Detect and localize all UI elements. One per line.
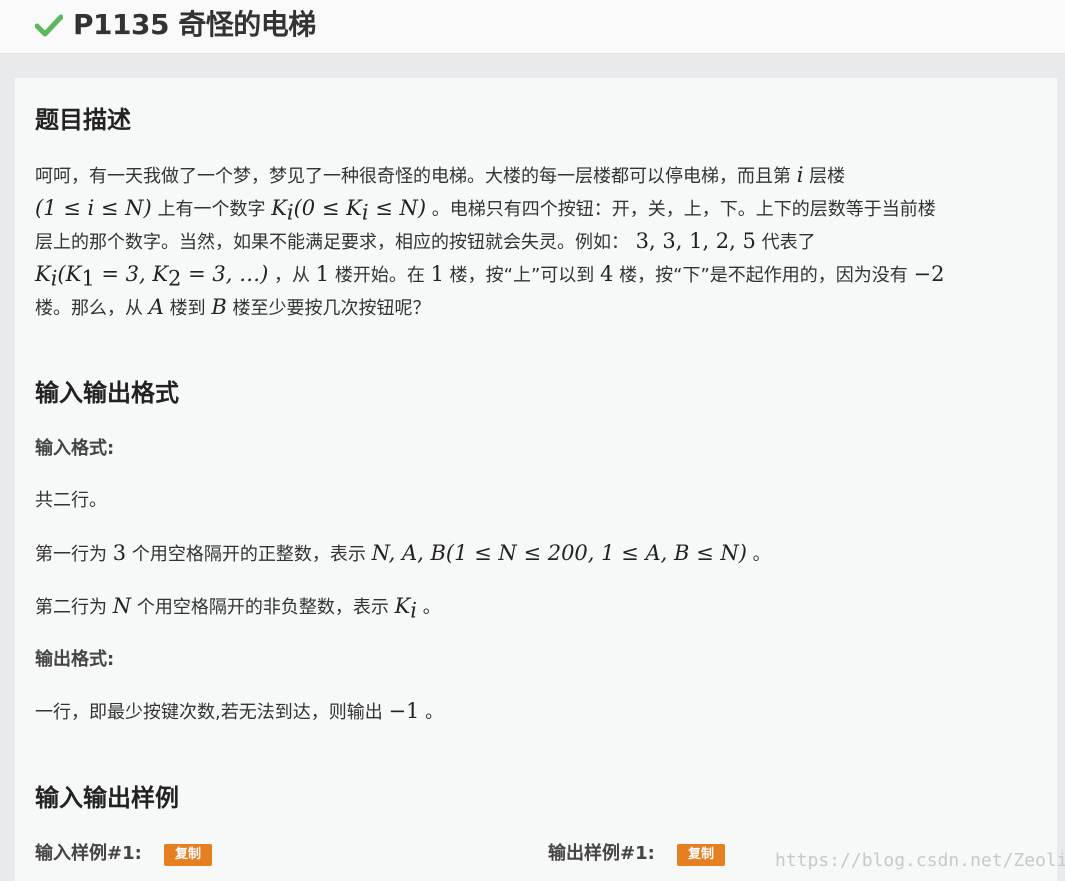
watermark: https://blog.csdn.net/Zeolim [775,850,1065,871]
samples-heading: 输入输出样例 [35,784,179,812]
sample-output-label: 输出样例#1: [548,843,655,864]
description-line-5: 楼。那么，从 A 楼到 B 楼至少要按几次按钮呢？ [35,295,431,319]
output-format-label: 输出格式: [35,649,115,670]
io-format-heading: 输入输出格式 [35,379,179,407]
output-line-1: 一行，即最少按键次数,若无法到达，则输出 −1 。 [35,699,444,723]
description-line-3: 层上的那个数字。当然，如果不能满足要求，相应的按钮就会失灵。例如： 3, 3, … [35,229,816,253]
check-icon [35,14,63,37]
sample-input-label: 输入样例#1: [35,843,142,864]
description-line-1: 呵呵，有一天我做了一个梦，梦见了一种很奇怪的电梯。大楼的每一层楼都可以停电梯，而… [35,163,846,187]
copy-output-button[interactable]: 复制 [677,844,725,866]
copy-input-button[interactable]: 复制 [164,844,212,866]
input-line-2: 第一行为 3 个用空格隔开的正整数，表示 N, A, B(1 ≤ N ≤ 200… [35,541,771,565]
description-line-2: (1 ≤ i ≤ N) 上有一个数字 Ki(0 ≤ Ki ≤ N) 。电梯只有四… [35,196,936,225]
description-line-4: Ki(K1 = 3, K2 = 3, …) ，从 1 楼开始。在 1 楼，按“上… [35,262,945,291]
input-format-label: 输入格式: [35,438,115,459]
page-title: P1135 奇怪的电梯 [73,8,316,41]
description-heading: 题目描述 [35,106,131,134]
input-line-1: 共二行。 [35,490,107,511]
input-line-3: 第二行为 N 个用空格隔开的非负整数，表示 Ki 。 [35,594,441,623]
problem-header: P1135 奇怪的电梯 [0,0,1065,54]
